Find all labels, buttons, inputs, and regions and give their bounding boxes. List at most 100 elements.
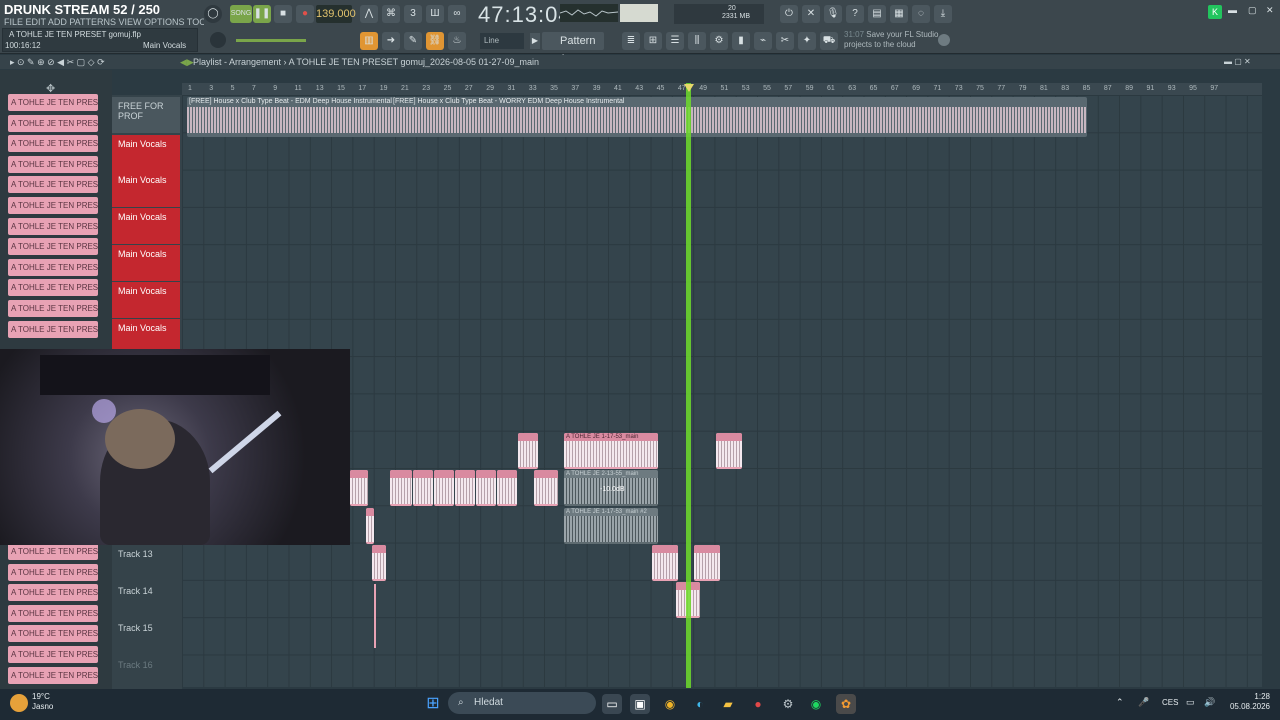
arrow-icon[interactable]: ➜ (382, 32, 400, 50)
pattern-item[interactable]: A TOHLE JE TEN PRESET g (8, 217, 98, 235)
spotify-icon[interactable]: ◉ (806, 694, 826, 714)
link-icon[interactable]: ⛓ (426, 32, 444, 50)
pattern-item[interactable]: A TOHLE JE TEN PRESET g (8, 114, 98, 132)
vocal-clip-main[interactable]: A TOHLE JE 1-17-53_main (564, 433, 658, 469)
pattern-item[interactable]: A TOHLE JE TEN PRESET g (8, 646, 98, 663)
network-icon[interactable]: ▭ (1186, 697, 1195, 708)
pattern-item[interactable]: A TOHLE JE TEN PRESET g (8, 543, 98, 560)
pattern-item[interactable]: A TOHLE JE TEN PRESET g (8, 584, 98, 602)
beat-audio-clip[interactable]: [FREE] House x Club Type Beat - EDM Deep… (187, 97, 1087, 137)
vocal-clip-muted-2[interactable]: A TOHLE JE 1-17-53_main #2 (564, 508, 658, 544)
playlist-arrow-icon[interactable]: ◀▶ (180, 57, 194, 68)
chat-icon[interactable]: ◌ (912, 5, 930, 23)
pattern-item[interactable]: A TOHLE JE TEN PRESET g (8, 320, 98, 338)
track-header-15[interactable]: Track 15 (112, 619, 180, 655)
tools-icon[interactable]: ✂ (776, 32, 794, 50)
cart-icon[interactable]: ⛟ (820, 32, 838, 50)
cloud-notice[interactable]: 31:07 Save your FL Studio projects to th… (844, 30, 944, 50)
track-header-5[interactable]: Main Vocals (112, 245, 180, 281)
track-header-13[interactable]: Track 13 (112, 545, 180, 581)
cloud-icon[interactable] (938, 34, 950, 46)
tray-chevron-icon[interactable]: ⌃ (1116, 697, 1124, 708)
vocal-clip[interactable] (434, 470, 454, 506)
browser-icon[interactable]: ▦ (890, 5, 908, 23)
minimize-icon[interactable]: ▬ (1228, 5, 1237, 15)
pattern-item[interactable]: A TOHLE JE TEN PRESET g (8, 563, 98, 581)
weather-widget[interactable]: 19°C Jasno (32, 692, 53, 712)
track-header-14[interactable]: Track 14 (112, 582, 180, 618)
maximize-icon[interactable]: ▢ (1248, 5, 1257, 16)
microphone-icon[interactable]: 🎙 (824, 5, 842, 23)
download-icon[interactable]: ⤓ (934, 5, 952, 23)
tray-mic-icon[interactable]: 🎤 (1138, 697, 1149, 708)
weather-icon[interactable] (10, 694, 28, 712)
browser-window-icon[interactable]: ▮ (732, 32, 750, 50)
mixer-icon[interactable]: ✕ (802, 5, 820, 23)
vocal-clip[interactable] (716, 433, 742, 469)
playhead[interactable] (686, 83, 691, 688)
paint-icon[interactable]: ✎ (404, 32, 422, 50)
metronome-icon[interactable]: ⋀ (360, 5, 378, 23)
steam-icon[interactable]: ⚙ (778, 694, 798, 714)
track-header-2[interactable]: Main Vocals (112, 135, 180, 171)
wait-record-icon[interactable]: ⌘ (382, 5, 400, 23)
song-mode-knob-icon[interactable]: ◯ (204, 5, 222, 23)
magic-icon[interactable]: ✦ (798, 32, 816, 50)
mixer-window-icon[interactable]: ☰ (666, 32, 684, 50)
taskbar-search[interactable]: Hledat (448, 692, 596, 714)
pattern-item[interactable]: A TOHLE JE TEN PRESET g (8, 135, 98, 153)
track-header-3[interactable]: Main Vocals (112, 171, 180, 207)
pattern-item[interactable]: A TOHLE JE TEN PRESET g (8, 279, 98, 297)
pattern-selector[interactable]: Pattern 1 (542, 32, 604, 65)
master-volume-knob[interactable] (210, 32, 226, 48)
vocal-clip[interactable] (366, 508, 374, 544)
help-icon[interactable]: ? (846, 5, 864, 23)
vocal-clip[interactable] (518, 433, 538, 469)
language-indicator[interactable]: CES (1162, 698, 1178, 707)
task-view-icon[interactable]: ▭ (602, 694, 622, 714)
song-position-display[interactable]: 47:13:04 (478, 2, 572, 28)
close-icon[interactable]: ✕ (1266, 5, 1274, 16)
save-icon[interactable]: ▤ (868, 5, 886, 23)
record-icon[interactable]: ● (296, 5, 314, 23)
vocal-clip[interactable] (350, 470, 368, 506)
vocal-clip-muted[interactable]: A TOHLE JE 2-13-55_main -10.0dB (564, 470, 658, 506)
store-icon[interactable]: ▣ (630, 694, 650, 714)
vocal-clip-thin[interactable] (374, 584, 376, 648)
step-edit-icon[interactable]: Ш (426, 5, 444, 23)
playlist-tools-icon[interactable]: ▸ ⊙ ✎ ⊕ ⊘ ◀ ✂ ▢ ◇ ⟳ (10, 57, 105, 68)
track-header-16[interactable]: Track 16 (112, 656, 180, 692)
pattern-item[interactable]: A TOHLE JE TEN PRESET g (8, 176, 98, 194)
pattern-item[interactable]: A TOHLE JE TEN PRESET g (8, 258, 98, 276)
song-mode-button[interactable]: SONG (230, 5, 252, 23)
pattern-item[interactable]: A TOHLE JE TEN PRESET g (8, 300, 98, 317)
main-menu[interactable]: FILE EDIT ADD PATTERNS VIEW OPTIONS TOOL… (4, 17, 204, 27)
pattern-item[interactable]: A TOHLE JE TEN PRESET g (8, 625, 98, 643)
chrome-icon[interactable]: ◉ (660, 694, 680, 714)
power-icon[interactable]: ⏻ (780, 5, 798, 23)
app-badge-icon[interactable]: K (1208, 5, 1222, 19)
volume-icon[interactable]: 🔊 (1204, 697, 1215, 708)
vocal-clip[interactable] (390, 470, 412, 506)
windows-start-icon[interactable]: ⊞ (423, 694, 443, 714)
pattern-item[interactable]: A TOHLE JE TEN PRESET g (8, 155, 98, 173)
pattern-item[interactable]: A TOHLE JE TEN PRESET g (8, 94, 98, 111)
vocal-clip[interactable] (372, 545, 386, 581)
playlist-icon[interactable]: ≣ (622, 32, 640, 50)
vocal-clip[interactable] (455, 470, 475, 506)
edge-icon[interactable]: ◐ (690, 694, 710, 714)
fl-studio-icon[interactable]: ✿ (836, 694, 856, 714)
pattern-item[interactable]: A TOHLE JE TEN PRESET g (8, 238, 98, 256)
playhead-marker-icon[interactable] (684, 84, 694, 92)
pattern-item[interactable]: A TOHLE JE TEN PRESET g (8, 666, 98, 684)
vocal-clip[interactable] (694, 545, 720, 581)
system-clock[interactable]: 1:28 05.08.2026 (1222, 692, 1270, 712)
plugin-icon[interactable]: ⚙ (710, 32, 728, 50)
vocal-clip[interactable] (413, 470, 433, 506)
pattern-item[interactable]: A TOHLE JE TEN PRESET g (8, 604, 98, 622)
snap-select[interactable]: Line (480, 33, 524, 49)
track-header-6[interactable]: Main Vocals (112, 282, 180, 318)
plug-icon[interactable]: ⌁ (754, 32, 772, 50)
channel-rack-icon[interactable]: ⊞ (644, 32, 662, 50)
vocal-clip[interactable] (534, 470, 558, 506)
